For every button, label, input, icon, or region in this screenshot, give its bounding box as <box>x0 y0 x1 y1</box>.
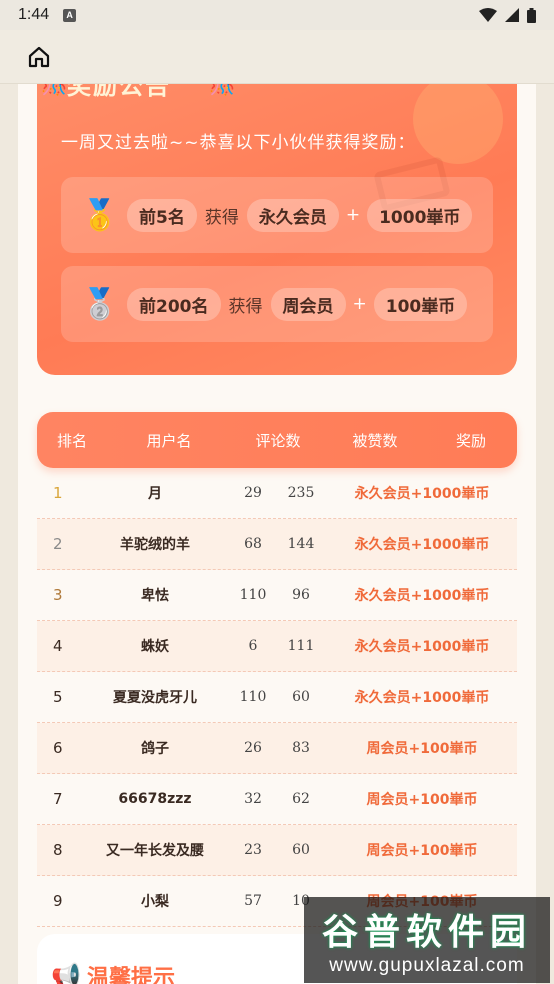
wifi-icon <box>479 8 497 22</box>
award-item-coins: 1000崋币 <box>367 198 473 232</box>
comments-cell: 57 <box>244 893 262 909</box>
likes-cell: 60 <box>292 689 310 705</box>
table-row: 5 夏夏没虎牙儿 110 60 永久会员+1000崋币 <box>37 672 517 723</box>
watermark: 谷普软件园 www.gupuxlazal.com <box>304 897 550 983</box>
table-row: 1 月 29 235 永久会员+1000崋币 <box>37 468 517 519</box>
app-bar <box>0 30 554 84</box>
award-item-coins: 100崋币 <box>373 287 468 321</box>
award-item-membership: 周会员 <box>270 287 346 321</box>
silver-medal-icon: 🥈 <box>81 286 119 322</box>
username-cell: 蛛妖 <box>141 639 169 655</box>
header-user: 用户名 <box>146 431 192 450</box>
megaphone-icon: 📢 <box>51 962 81 984</box>
trophy-decoration <box>413 84 503 164</box>
tips-title: 温馨提示 <box>87 966 176 984</box>
table-row: 3 卑怯 110 96 永久会员+1000崋币 <box>37 570 517 621</box>
header-rank: 排名 <box>56 431 87 450</box>
rank-cell: 7 <box>53 790 63 808</box>
username-cell: 鸽子 <box>141 741 169 757</box>
leaderboard-table: 排名 用户名 评论数 被赞数 奖励 1 月 29 235 永久会员+1000崋币 2 羊驼绒… <box>37 412 517 927</box>
likes-cell: 235 <box>287 485 315 501</box>
award-plus: + <box>352 294 367 314</box>
header-reward: 奖励 <box>455 431 486 450</box>
comments-cell: 32 <box>244 791 262 807</box>
rank-cell: 8 <box>53 841 63 859</box>
comments-cell: 68 <box>244 536 262 552</box>
rank-cell: 9 <box>53 892 63 910</box>
reward-cell: 永久会员+1000崋币 <box>354 639 490 655</box>
table-row: 7 66678zzz 32 62 周会员+100崋币 <box>37 774 517 825</box>
likes-cell: 144 <box>287 536 315 552</box>
comments-cell: 6 <box>248 638 258 654</box>
award-tier-top200: 🥈 前200名 获得 周会员 + 100崋币 <box>61 266 493 342</box>
likes-cell: 83 <box>292 740 310 756</box>
username-cell: 夏夏没虎牙儿 <box>113 690 197 706</box>
leaderboard-header: 排名 用户名 评论数 被赞数 奖励 <box>37 412 517 468</box>
reward-cell: 永久会员+1000崋币 <box>354 537 490 553</box>
notification-a-icon: A <box>63 8 77 22</box>
reward-cell: 永久会员+1000崋币 <box>354 588 490 604</box>
comments-cell: 23 <box>244 842 262 858</box>
username-cell: 月 <box>148 486 162 502</box>
reward-cell: 周会员+100崋币 <box>366 741 478 757</box>
page-content: 🎊 奖励公告 🎊 一周又过去啦~~恭喜以下小伙伴获得奖励： 🥇 前5名 获得 永… <box>18 84 536 984</box>
award-plus: + <box>345 205 361 225</box>
announcement-subtitle: 一周又过去啦~~恭喜以下小伙伴获得奖励： <box>61 133 416 153</box>
reward-cell: 永久会员+1000崋币 <box>354 486 490 502</box>
signal-icon <box>505 8 519 22</box>
likes-cell: 62 <box>292 791 310 807</box>
rank-cell: 5 <box>53 688 63 706</box>
watermark-text: 谷普软件园 <box>321 912 532 953</box>
award-range: 前5名 <box>127 198 197 232</box>
table-row: 6 鸽子 26 83 周会员+100崋币 <box>37 723 517 774</box>
gold-medal-icon: 🥇 <box>81 197 119 233</box>
confetti-icon: 🎊 <box>209 84 237 97</box>
username-cell: 羊驼绒的羊 <box>120 537 190 553</box>
rank-cell: 6 <box>53 739 63 757</box>
confetti-icon: 🎊 <box>41 84 69 97</box>
likes-cell: 111 <box>287 638 315 654</box>
award-range: 前200名 <box>127 287 221 321</box>
status-bar: 1:44 A <box>0 0 554 30</box>
award-tier-top5: 🥇 前5名 获得 永久会员 + 1000崋币 <box>61 177 493 253</box>
rank-cell: 3 <box>53 586 63 604</box>
reward-cell: 永久会员+1000崋币 <box>354 690 490 706</box>
award-get-label: 获得 <box>228 296 263 317</box>
username-cell: 卑怯 <box>141 588 169 604</box>
table-row: 2 羊驼绒的羊 68 144 永久会员+1000崋币 <box>37 519 517 570</box>
rank-cell: 4 <box>53 637 63 655</box>
watermark-url: www.gupuxlazal.com <box>329 955 525 976</box>
home-icon <box>28 46 50 67</box>
home-button[interactable] <box>26 44 52 70</box>
comments-cell: 26 <box>244 740 262 756</box>
rank-cell: 1 <box>53 484 63 502</box>
username-cell: 小梨 <box>141 894 169 910</box>
comments-cell: 110 <box>239 689 267 705</box>
header-likes: 被赞数 <box>352 431 398 450</box>
comments-cell: 29 <box>244 485 262 501</box>
likes-cell: 96 <box>292 587 310 603</box>
reward-cell: 周会员+100崋币 <box>366 843 478 859</box>
table-row: 8 又一年长发及腰 23 60 周会员+100崋币 <box>37 825 517 876</box>
username-cell: 66678zzz <box>118 791 192 807</box>
status-time: 1:44 <box>18 6 50 23</box>
award-item-membership: 永久会员 <box>246 198 339 232</box>
status-icons <box>479 7 536 23</box>
battery-icon <box>527 7 536 23</box>
reward-cell: 周会员+100崋币 <box>366 792 478 808</box>
announcement-title: 奖励公告 <box>67 84 171 100</box>
table-row: 4 蛛妖 6 111 永久会员+1000崋币 <box>37 621 517 672</box>
username-cell: 又一年长发及腰 <box>106 843 204 859</box>
likes-cell: 60 <box>292 842 310 858</box>
award-get-label: 获得 <box>204 207 239 228</box>
header-comments: 评论数 <box>255 431 301 450</box>
leaderboard-rows: 1 月 29 235 永久会员+1000崋币 2 羊驼绒的羊 68 144 永久会员+1000崋币… <box>37 468 517 927</box>
comments-cell: 110 <box>239 587 267 603</box>
announcement-card: 🎊 奖励公告 🎊 一周又过去啦~~恭喜以下小伙伴获得奖励： 🥇 前5名 获得 永… <box>37 84 517 375</box>
rank-cell: 2 <box>53 535 63 553</box>
